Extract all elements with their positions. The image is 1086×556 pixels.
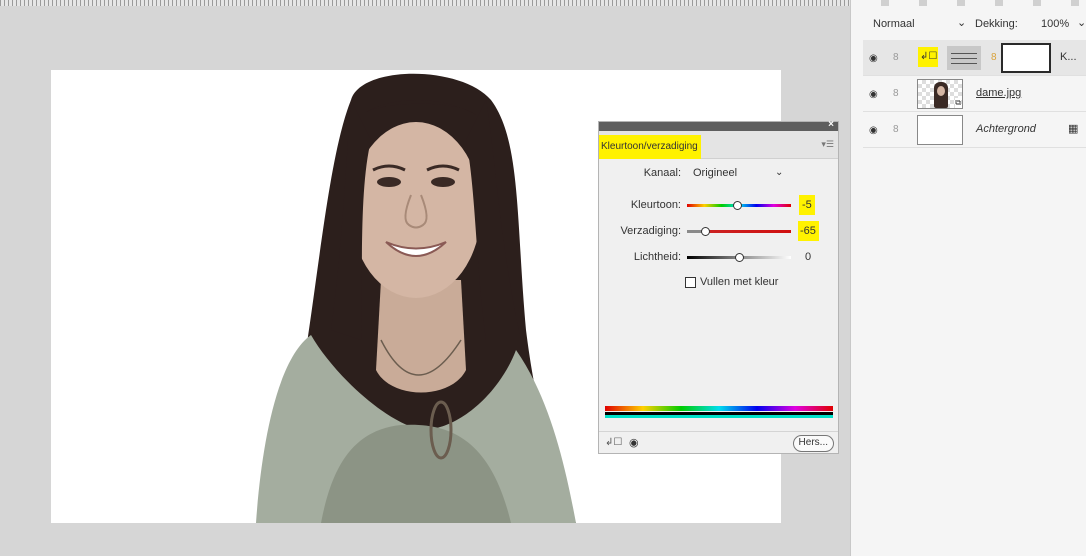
hue-slider-track[interactable] xyxy=(687,201,791,210)
panel-tab-row: Kleurtoon/verzadiging ▾☰ xyxy=(599,131,838,159)
eye-icon[interactable]: ◉ xyxy=(869,53,878,64)
layer-thumbnail-dame: ⧉ xyxy=(917,79,963,109)
link-icon: 8 xyxy=(893,52,899,63)
lightness-value[interactable]: 0 xyxy=(805,251,811,263)
panel-top-strip xyxy=(851,0,1086,6)
clip-to-layer-icon[interactable]: ↲☐ xyxy=(605,437,622,448)
close-icon[interactable]: × xyxy=(828,119,834,130)
layer-mask-thumbnail[interactable] xyxy=(1001,43,1051,73)
link-icon: 8 xyxy=(893,88,899,99)
opacity-value[interactable]: 100% xyxy=(1041,18,1069,30)
hue-label: Kleurtoon: xyxy=(630,199,681,211)
clip-indicator-icon: ↲☐ xyxy=(918,47,938,67)
layer-thumbnail-background xyxy=(917,115,963,145)
tab-hue-saturation[interactable]: Kleurtoon/verzadiging xyxy=(599,135,701,159)
opacity-label: Dekking: xyxy=(975,18,1018,30)
chevron-down-icon[interactable]: ⌄ xyxy=(775,167,783,178)
lightness-slider-knob[interactable] xyxy=(735,253,744,262)
lightness-slider-track[interactable] xyxy=(687,253,791,262)
chevron-down-icon[interactable]: ⌄ xyxy=(1077,16,1086,29)
saturation-slider-knob[interactable] xyxy=(701,227,710,236)
hue-value[interactable]: -5 xyxy=(799,195,815,215)
colorize-row: Vullen met kleur xyxy=(685,276,825,290)
panel-menu-icon[interactable]: ▾☰ xyxy=(821,139,834,150)
saturation-slider-track[interactable] xyxy=(687,227,791,236)
layer-row-dame[interactable]: ◉ 8 ⧉ dame.jpg xyxy=(863,76,1086,112)
lightness-row: Lichtheid: 0 xyxy=(599,251,839,265)
hue-saturation-panel[interactable]: × Kleurtoon/verzadiging ▾☰ Kanaal: Origi… xyxy=(598,119,839,454)
visibility-eye-icon[interactable]: ◉ xyxy=(629,436,639,449)
saturation-value[interactable]: -65 xyxy=(798,221,819,241)
spectrum-bar-bottom xyxy=(605,415,833,418)
panel-titlebar[interactable]: × xyxy=(599,119,838,131)
portrait-photo xyxy=(256,73,576,523)
lightness-label: Lichtheid: xyxy=(633,251,681,263)
layer-row-background[interactable]: ◉ 8 Achtergrond ▦ xyxy=(863,112,1086,148)
layers-panel: Normaal ⌄ Dekking: 100% ⌄ ◉ 8 ↲☐ 8 K... … xyxy=(850,0,1086,556)
hue-row: Kleurtoon: -5 xyxy=(599,195,839,215)
colorize-label[interactable]: Vullen met kleur xyxy=(700,276,778,288)
blend-mode-select[interactable]: Normaal xyxy=(873,18,915,30)
saturation-row: Verzadiging: -65 xyxy=(599,221,839,241)
eye-icon[interactable]: ◉ xyxy=(869,89,878,100)
link-icon: 8 xyxy=(893,124,899,135)
eye-icon[interactable]: ◉ xyxy=(869,125,878,136)
chevron-down-icon[interactable]: ⌄ xyxy=(957,16,966,29)
hue-slider-knob[interactable] xyxy=(733,201,742,210)
lock-icon: ▦ xyxy=(1068,123,1079,135)
layer-name[interactable]: Achtergrond xyxy=(976,123,1036,135)
panel-footer: ↲☐ ◉ Hers... xyxy=(599,431,838,453)
mask-link-icon: 8 xyxy=(991,52,997,63)
layer-name[interactable]: dame.jpg xyxy=(976,87,1021,99)
layer-name[interactable]: K... xyxy=(1060,51,1077,63)
channel-row: Kanaal: Origineel ⌄ xyxy=(599,167,839,183)
channel-select[interactable]: Origineel xyxy=(693,167,737,179)
colorize-checkbox[interactable] xyxy=(685,277,696,288)
reset-button[interactable]: Hers... xyxy=(792,435,834,452)
saturation-label: Verzadiging: xyxy=(620,225,681,237)
hue-saturation-adjustment-icon xyxy=(947,46,981,70)
spectrum-bar-top xyxy=(605,406,833,411)
smart-object-icon: ⧉ xyxy=(955,98,961,108)
layer-row-adjustment[interactable]: ◉ 8 ↲☐ 8 K... xyxy=(863,40,1086,76)
channel-label: Kanaal: xyxy=(643,167,681,179)
